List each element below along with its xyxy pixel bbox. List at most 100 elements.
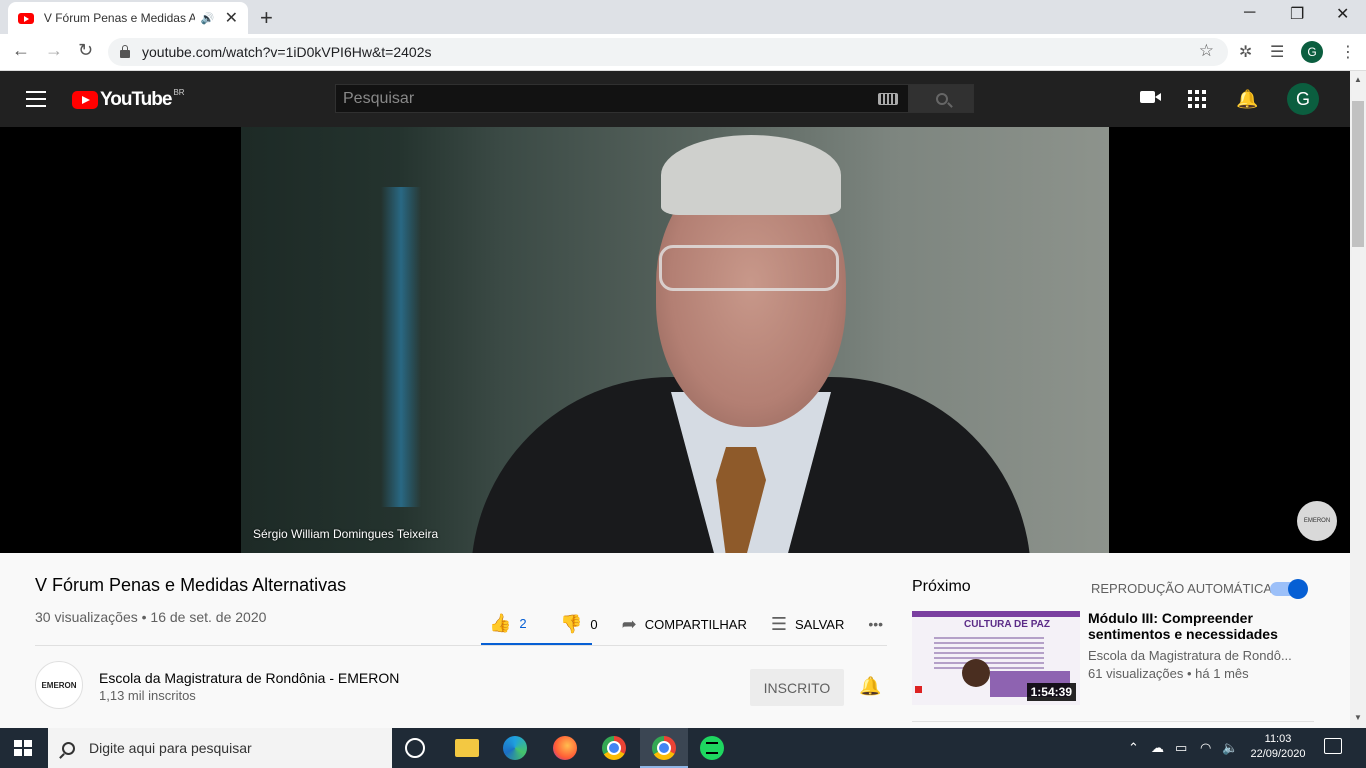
firefox-icon[interactable] (553, 736, 577, 760)
browser-menu-icon[interactable]: ⋮ (1340, 42, 1356, 62)
keyboard-icon[interactable] (878, 93, 898, 105)
autoplay-label: REPRODUÇÃO AUTOMÁTICA (1091, 581, 1273, 596)
channel-notification-bell-icon[interactable]: 🔔 (859, 676, 881, 697)
youtube-header: YouTube BR 🔔 G (0, 71, 1350, 127)
video-duration: 1:54:39 (1026, 683, 1076, 701)
browser-tab-strip: V Fórum Penas e Medidas Al 🔊 ✕ + ─ ❐ ✕ (0, 0, 1366, 34)
volume-icon[interactable]: 🔈 (1222, 740, 1238, 756)
more-icon: ••• (868, 616, 884, 632)
recommended-video-thumbnail[interactable]: CULTURA DE PAZ 1:54:39 (912, 611, 1080, 705)
youtube-favicon-icon (18, 12, 34, 24)
thumbs-up-icon: 👍 (489, 612, 512, 633)
system-clock[interactable]: 11:03 22/09/2020 (1248, 732, 1308, 762)
restore-button[interactable]: ❐ (1290, 4, 1304, 24)
speaker-name-caption: Sérgio William Domingues Teixeira (253, 527, 439, 541)
minimize-button[interactable]: ─ (1244, 4, 1255, 22)
reload-button[interactable]: ↻ (78, 40, 93, 61)
media-control-icon[interactable]: ☰ (1270, 42, 1284, 62)
notifications-bell-icon[interactable]: 🔔 (1236, 89, 1258, 110)
scrollbar-thumb[interactable] (1352, 101, 1364, 247)
dislike-count: 0 (590, 616, 598, 632)
share-label: COMPARTILHAR (644, 616, 747, 632)
share-button[interactable]: ➦ COMPARTILHAR (622, 614, 747, 635)
create-video-icon[interactable] (1140, 91, 1161, 103)
youtube-logo[interactable]: YouTube BR (72, 87, 185, 111)
more-actions-button[interactable]: ••• (868, 616, 883, 632)
spotify-icon[interactable] (700, 736, 724, 760)
battery-icon[interactable]: ▭ (1175, 740, 1187, 756)
autoplay-toggle[interactable] (1270, 579, 1308, 599)
extensions-icon[interactable]: ✲ (1239, 42, 1252, 62)
clock-time: 11:03 (1264, 733, 1292, 745)
browser-toolbar: ← → ↻ youtube.com/watch?v=1iD0kVPI6Hw&t=… (0, 34, 1366, 71)
save-button[interactable]: ☰ SALVAR (771, 614, 845, 635)
youtube-wordmark: YouTube (100, 89, 172, 110)
dislike-button[interactable]: 👎 0 (560, 614, 598, 635)
hamburger-menu-icon[interactable] (26, 91, 46, 112)
account-avatar[interactable]: G (1287, 83, 1319, 115)
scroll-down-icon[interactable]: ▼ (1354, 713, 1362, 722)
taskbar-search[interactable]: Digite aqui para pesquisar (48, 728, 392, 768)
thumbnail-red-mark (915, 686, 922, 693)
windows-start-icon[interactable] (14, 740, 32, 756)
video-frame[interactable]: Sérgio William Domingues Teixeira (241, 127, 1109, 553)
channel-watermark[interactable]: EMERON (1297, 501, 1337, 541)
cortana-icon[interactable] (405, 738, 425, 758)
like-count: 2 (519, 615, 527, 631)
audio-playing-icon[interactable]: 🔊 (201, 12, 215, 25)
taskbar-search-text: Digite aqui para pesquisar (89, 740, 252, 756)
country-code: BR (173, 87, 185, 97)
subscribed-button[interactable]: INSCRITO (750, 669, 844, 706)
bookmark-star-icon[interactable]: ☆ (1199, 41, 1214, 61)
back-button[interactable]: ← (12, 40, 30, 61)
file-explorer-icon[interactable] (455, 739, 479, 757)
search-icon (935, 92, 948, 105)
address-bar[interactable]: youtube.com/watch?v=1iD0kVPI6Hw&t=2402s … (108, 38, 1228, 66)
video-title: V Fórum Penas e Medidas Alternativas (35, 575, 347, 595)
recommended-video-meta: 61 visualizações • há 1 mês (1088, 666, 1249, 681)
youtube-play-logo-icon (72, 91, 98, 109)
recommended-views: 61 visualizações (1088, 666, 1184, 681)
wifi-icon[interactable]: ◠ (1200, 740, 1211, 756)
view-count: 30 visualizações (35, 609, 138, 625)
forward-button[interactable]: → (45, 40, 63, 61)
edge-icon[interactable] (503, 736, 527, 760)
video-player[interactable]: Sérgio William Domingues Teixeira EMERON (0, 127, 1350, 553)
video-meta: 30 visualizações • 16 de set. de 2020 (35, 609, 267, 625)
show-hidden-icons-icon[interactable]: ⌃ (1128, 740, 1139, 756)
clock-date: 22/09/2020 (1250, 748, 1306, 760)
publish-date: 16 de set. de 2020 (150, 609, 267, 625)
page-scrollbar[interactable]: ▲ ▼ (1350, 71, 1366, 728)
speaker-glasses (659, 245, 839, 291)
url-text: youtube.com/watch?v=1iD0kVPI6Hw&t=2402s (142, 44, 432, 60)
onedrive-cloud-icon[interactable]: ☁ (1151, 740, 1164, 756)
chrome-icon[interactable] (602, 736, 626, 760)
recommended-video-title[interactable]: Módulo III: Compreender sentimentos e ne… (1088, 610, 1308, 642)
scroll-up-icon[interactable]: ▲ (1354, 75, 1362, 84)
new-tab-button[interactable]: + (260, 5, 273, 31)
subscriber-count: 1,13 mil inscritos (99, 688, 196, 703)
apps-grid-icon[interactable] (1188, 90, 1206, 108)
browser-tab[interactable]: V Fórum Penas e Medidas Al 🔊 ✕ (8, 2, 248, 34)
recommended-video-channel[interactable]: Escola da Magistratura de Rondô... (1088, 648, 1298, 663)
windows-taskbar: Digite aqui para pesquisar ⌃ ☁ ▭ ◠ 🔈 11:… (0, 728, 1366, 768)
search-button[interactable] (909, 84, 974, 113)
search-input[interactable] (343, 89, 863, 108)
video-actions: 👍 2 👎 0 ➦ COMPARTILHAR ☰ SALVAR ••• (481, 603, 907, 645)
channel-avatar[interactable]: EMERON (35, 661, 83, 709)
background-light (381, 187, 421, 507)
save-label: SALVAR (794, 616, 845, 632)
action-center-icon[interactable] (1324, 738, 1342, 754)
channel-name[interactable]: Escola da Magistratura de Rondônia - EME… (99, 670, 399, 686)
close-tab-icon[interactable]: ✕ (225, 8, 238, 28)
close-window-button[interactable]: ✕ (1336, 4, 1349, 24)
profile-avatar[interactable]: G (1301, 41, 1323, 63)
thumbnail-text-lines (934, 637, 1044, 669)
divider (912, 721, 1314, 722)
thumbnail-portrait (962, 659, 990, 687)
search-icon (62, 741, 75, 755)
lock-icon[interactable] (120, 45, 130, 58)
thumbnail-band (912, 611, 1080, 617)
chrome-profile-icon[interactable] (652, 736, 676, 760)
share-arrow-icon: ➦ (621, 613, 637, 634)
